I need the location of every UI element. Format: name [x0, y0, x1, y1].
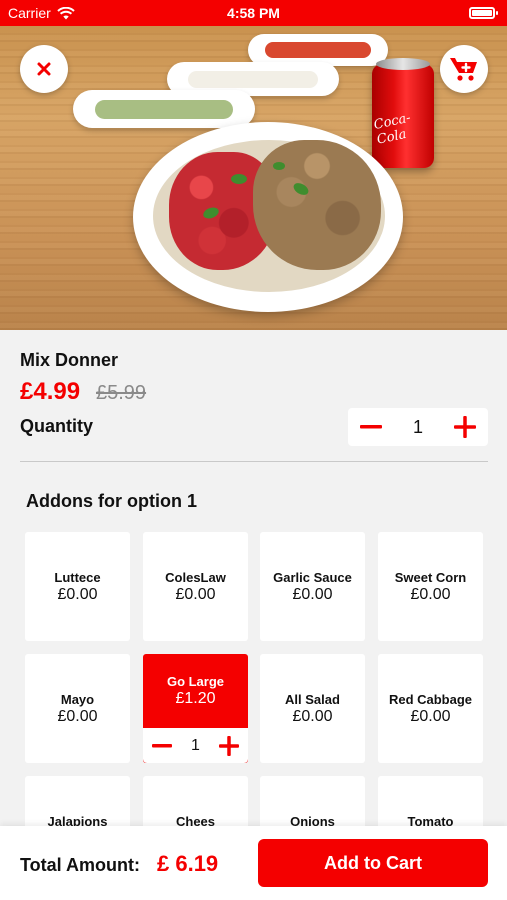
addon-price: £0.00	[57, 708, 98, 725]
addon-name: Go Large	[166, 674, 225, 689]
close-button[interactable]	[20, 45, 68, 93]
addon-card-garlic-sauce[interactable]: Garlic Sauce £0.00	[260, 532, 365, 641]
product-old-price: £5.99	[96, 382, 147, 404]
addon-card-all-salad[interactable]: All Salad £0.00	[260, 654, 365, 763]
product-price: £4.99	[20, 378, 81, 405]
product-image: Coca-Cola	[0, 26, 507, 330]
quantity-stepper: 1	[348, 408, 488, 446]
addon-name: Garlic Sauce	[273, 570, 352, 585]
minus-icon	[360, 425, 382, 429]
addon-price: £0.00	[175, 586, 216, 603]
addon-card-sweet-corn[interactable]: Sweet Corn £0.00	[378, 532, 483, 641]
addon-name: Sweet Corn	[394, 570, 467, 585]
status-bar: Carrier 4:58 PM	[0, 0, 507, 26]
total-label: Total Amount:	[20, 855, 140, 875]
addons-title: Addons for option 1	[26, 491, 197, 511]
cart-button[interactable]	[440, 45, 488, 93]
addon-price: £0.00	[410, 586, 451, 603]
product-title: Mix Donner	[20, 350, 119, 370]
addon-quantity-value: 1	[191, 736, 200, 754]
addon-price: £0.00	[292, 586, 333, 603]
addon-price: £1.20	[175, 690, 216, 707]
minus-icon	[152, 743, 172, 747]
food-plate	[133, 122, 403, 312]
close-icon	[37, 62, 51, 76]
addon-card-coleslaw[interactable]: ColesLaw £0.00	[143, 532, 248, 641]
plus-icon	[454, 416, 476, 438]
addon-card-red-cabbage[interactable]: Red Cabbage £0.00	[378, 654, 483, 763]
total-value: £ 6.19	[157, 851, 219, 876]
addon-price: £0.00	[57, 586, 98, 603]
addon-card-luttece[interactable]: Luttece £0.00	[25, 532, 130, 641]
divider	[20, 461, 488, 462]
status-time: 4:58 PM	[227, 5, 280, 21]
addon-card-go-large[interactable]: Go Large £1.20 1	[143, 654, 248, 763]
addon-name: Luttece	[54, 570, 101, 585]
quantity-increase-button[interactable]	[442, 408, 488, 446]
addon-name: Mayo	[60, 692, 95, 707]
quantity-decrease-button[interactable]	[348, 408, 394, 446]
quantity-value: 1	[412, 416, 423, 437]
addon-price: £0.00	[292, 708, 333, 725]
add-to-cart-icon	[450, 58, 477, 81]
add-to-cart-button[interactable]: Add to Cart	[258, 839, 488, 887]
battery-icon	[469, 7, 498, 19]
addon-decrease-button[interactable]	[143, 728, 181, 763]
addon-name: Red Cabbage	[388, 692, 473, 707]
addon-price: £0.00	[410, 708, 451, 725]
addon-increase-button[interactable]	[210, 728, 248, 763]
addon-name: ColesLaw	[165, 570, 226, 585]
addon-card-mayo[interactable]: Mayo £0.00	[25, 654, 130, 763]
plus-icon	[219, 735, 239, 756]
addon-name: All Salad	[285, 692, 340, 707]
addon-quantity-stepper: 1	[143, 728, 248, 763]
quantity-label: Quantity	[20, 416, 94, 436]
